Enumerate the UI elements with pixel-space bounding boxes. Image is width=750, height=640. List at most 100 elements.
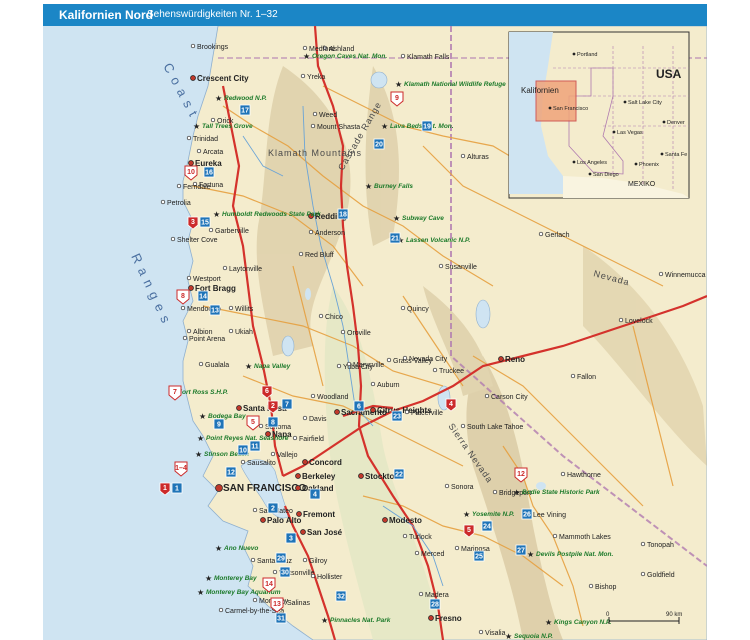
park-star-icon: ★ [393,214,400,223]
city-mtshasta[interactable]: Mount Shasta [310,123,360,131]
sight-marker-blue-30[interactable]: 30 [279,566,291,578]
city-paloalto[interactable]: Palo Alto [260,516,302,525]
park-lassen[interactable]: ★ Lassen Volcanic N.P. [397,236,471,245]
city-southlaketahoe[interactable]: South Lake Tahoe [460,423,523,431]
sight-marker-blue-12[interactable]: 12 [225,466,237,478]
park-klamathnwr[interactable]: ★ Klamath National Wildlife Refuge [395,80,506,89]
park-oregoncaves[interactable]: ★ Oregon Caves Nat. Mon. [303,52,387,61]
sight-marker-blue-27[interactable]: 27 [515,544,527,556]
sight-marker-blue-20[interactable]: 20 [373,138,385,150]
city-label: Lovelock [625,318,653,325]
sight-number: 5 [467,527,471,534]
city-garberville[interactable]: Garberville [208,227,249,235]
city-crescent[interactable]: Crescent City [190,74,250,83]
city-dot [270,451,276,457]
park-talltrees[interactable]: ★ Tall Trees Grove [193,122,253,131]
city-leevining[interactable]: Lee Vining [526,511,566,519]
city-dot [222,265,228,271]
park-pinnacles[interactable]: ★ Pinnacles Nat. Park [321,616,391,625]
sight-marker-blue-13[interactable]: 13 [209,304,221,316]
city-label: Point Arena [189,336,225,343]
sight-marker-blue-17[interactable]: 17 [239,104,251,116]
sight-marker-blue-1[interactable]: 1 [171,482,183,494]
city-hawthorne[interactable]: Hawthorne [560,471,601,479]
map-frame[interactable]: Coast Ranges Cascade Range Klamath Mount… [43,26,707,640]
sight-marker-blue-25[interactable]: 25 [473,550,485,562]
city-berkeley[interactable]: Berkeley [295,472,336,481]
city-sheltercove[interactable]: Shelter Cove [170,236,218,244]
sight-marker-blue-16[interactable]: 16 [203,166,215,178]
park-pointreyes[interactable]: ★ Point Reyes Nat. Seashore [197,434,289,443]
main-map[interactable]: Coast Ranges Cascade Range Klamath Mount… [43,26,707,640]
sight-marker-blue-24[interactable]: 24 [481,520,493,532]
city-lovelock[interactable]: Lovelock [618,317,653,325]
city-brookings[interactable]: Brookings [190,43,229,51]
sight-marker-blue-6[interactable]: 6 [353,400,365,412]
sight-marker-blue-19[interactable]: 19 [421,120,433,132]
city-susanville[interactable]: Susanville [438,263,477,271]
city-sf[interactable]: SAN FRANCISCO [215,483,307,494]
park-devils[interactable]: ★ Devils Postpile Nat. Mon. [527,550,613,559]
park-bodie[interactable]: ★ Bodie State Historic Park [513,488,600,497]
city-modesto[interactable]: Modesto [382,516,423,525]
sight-marker-blue-9[interactable]: 9 [213,418,225,430]
city-woodland[interactable]: Woodland [310,393,349,401]
sight-marker-blue-21[interactable]: 21 [389,232,401,244]
city-tonopah[interactable]: Tonopah [640,541,674,549]
sight-marker-blue-26[interactable]: 26 [521,508,533,520]
park-anonuevo[interactable]: ★ Ano Nuevo [215,544,258,553]
city-laytonville[interactable]: Laytonville [222,265,262,273]
city-winnemucca[interactable]: Winnemucca [658,271,706,279]
park-humboldt[interactable]: ★ Humboldt Redwoods State Park [213,210,321,219]
city-marysville[interactable]: Marysville [346,361,384,369]
park-napavalley[interactable]: ★ Napa Valley [245,362,291,371]
city-pointarena[interactable]: Point Arena [182,335,225,343]
sight-marker-blue-10[interactable]: 10 [237,444,249,456]
sight-marker-blue-3[interactable]: 3 [285,532,297,544]
city-nevadacity[interactable]: Nevada City [402,355,448,363]
sight-marker-blue-15[interactable]: 15 [199,216,211,228]
city-stockton[interactable]: Stockton [358,472,400,481]
sight-marker-blue-31[interactable]: 31 [275,612,287,624]
city-redbluff[interactable]: Red Bluff [298,251,334,259]
city-mariposa[interactable]: Mariposa [454,545,490,553]
park-lavabeds[interactable]: ★Lava Beds Nat. Mon. [381,122,454,131]
sight-marker-blue-11[interactable]: 11 [249,440,261,452]
city-fremont[interactable]: Fremont [296,510,336,519]
city-sausalito[interactable]: Sausalito [240,459,276,467]
city-carsoncity[interactable]: Carson City [484,393,528,401]
city-westport[interactable]: Westport [186,275,221,283]
city-santarosa[interactable]: Santa Rosa [236,404,288,413]
sight-marker-blue-14[interactable]: 14 [197,290,209,302]
city-dot [186,328,192,334]
city-concord[interactable]: Concord [302,458,343,467]
city-goldfield[interactable]: Goldfield [640,571,675,579]
park-kingscanyon[interactable]: ★ Kings Canyon N.P. [545,618,612,627]
sight-marker-blue-32[interactable]: 32 [335,590,347,602]
city-klamathfalls[interactable]: Klamath Falls [400,53,450,61]
city-anderson[interactable]: Anderson [308,229,345,237]
sight-marker-blue-8[interactable]: 8 [267,416,279,428]
sight-marker-blue-7[interactable]: 7 [281,398,293,410]
city-watsonville[interactable]: Watsonville [272,569,315,577]
city-ferndale[interactable]: Ferndale [176,183,211,191]
city-dot [186,135,192,141]
city-mammoth[interactable]: Mammoth Lakes [552,533,611,541]
sight-marker-blue-29[interactable]: 29 [275,552,287,564]
park-star-icon: ★ [527,550,534,559]
sight-marker-blue-2[interactable]: 2 [267,502,279,514]
city-sanjose[interactable]: San José [300,528,343,537]
sight-marker-blue-18[interactable]: 18 [337,208,349,220]
city-placerville[interactable]: Placerville [404,409,443,417]
sight-marker-blue-4[interactable]: 4 [309,488,321,500]
city-dot [302,45,308,51]
city-label: Gualala [205,362,229,369]
inset-map[interactable]: USA MEXIKO Kalifornien Portland Salt Lake… [508,31,690,199]
sight-marker-blue-23[interactable]: 23 [391,410,403,422]
city-fortbragg[interactable]: Fort Bragg [188,284,237,293]
city-dot [346,361,352,367]
city-label: Shelter Cove [177,237,218,244]
sight-number: 19 [423,124,431,131]
sight-marker-blue-22[interactable]: 22 [393,468,405,480]
sight-marker-blue-28[interactable]: 28 [429,598,441,610]
